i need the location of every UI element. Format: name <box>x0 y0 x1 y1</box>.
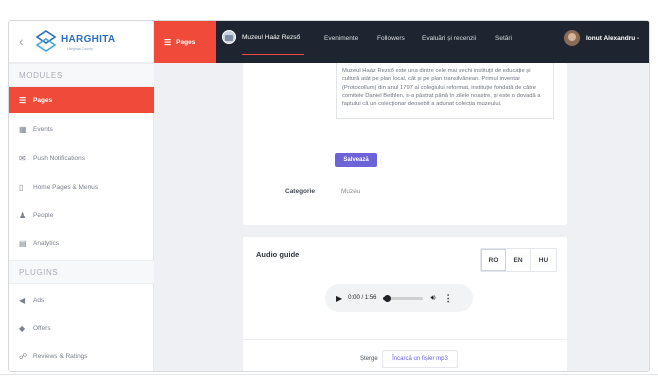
app-window: ‹ HARGHITA Harghita County MODULES ☰ Pag… <box>8 20 650 372</box>
topbar-pages-button[interactable]: ☰ Pages <box>154 21 216 63</box>
topbar-link-followers[interactable]: Followers <box>377 35 405 42</box>
divider <box>243 339 567 340</box>
topbar-link-evaluari[interactable]: Evaluări și recenzii <box>422 35 476 42</box>
brand-header: ‹ HARGHITA Harghita County <box>9 21 154 63</box>
sidebar-item-label: People <box>33 211 54 219</box>
page-details-card: Muzeul Haáz Rezső este una dintre cele m… <box>243 63 567 225</box>
avatar <box>564 30 580 46</box>
volume-icon[interactable]: 🔊︎ <box>431 293 436 303</box>
sidebar-item-reviews-ratings[interactable]: ☍ Reviews & Ratings <box>9 343 154 369</box>
sidebar-item-label: Pages <box>33 96 53 104</box>
save-button[interactable]: Salvează <box>335 153 377 167</box>
sidebar-item-label: Home Pages & Menus <box>33 183 99 191</box>
play-icon[interactable]: ▶ <box>336 294 342 303</box>
modules-section-label: MODULES <box>9 63 154 87</box>
sidebar-item-events[interactable]: ▦ Events <box>9 116 154 142</box>
description-textarea[interactable]: Muzeul Haáz Rezső este una dintre cele m… <box>336 63 554 119</box>
progress-track[interactable] <box>382 294 423 302</box>
chart-icon: ▤ <box>19 238 27 248</box>
upload-mp3-button[interactable]: Încarcă un fișier mp3 <box>382 350 458 368</box>
chevron-down-icon: - <box>635 34 640 42</box>
language-selector: RO EN HU <box>480 248 557 272</box>
back-chevron-icon[interactable]: ‹ <box>19 33 24 49</box>
topbar-link-evenimente[interactable]: Evenimente <box>324 35 358 42</box>
brand-name: HARGHITA <box>61 34 116 45</box>
sidebar-item-label: Offers <box>33 324 51 332</box>
sidebar-item-ads[interactable]: ◀ Ads <box>9 287 154 313</box>
megaphone-icon: ◀ <box>19 295 26 305</box>
phone-icon: ▯ <box>19 182 24 192</box>
delete-button[interactable]: Șterge <box>360 356 378 362</box>
tag-icon: ◆ <box>19 323 26 333</box>
sidebar-item-label: Events <box>33 125 53 133</box>
sidebar-item-analytics[interactable]: ▤ Analytics <box>9 230 154 256</box>
person-icon: ♟ <box>19 210 27 220</box>
sidebar-item-label: Push Notifications <box>33 154 86 162</box>
sidebar-item-label: Reviews & Ratings <box>33 352 88 360</box>
list-icon: ☰ <box>164 37 172 47</box>
topbar-link-setari[interactable]: Setări <box>495 35 512 42</box>
category-value[interactable]: Muzeu <box>341 188 361 195</box>
sidebar-item-people[interactable]: ♟ People <box>9 202 154 228</box>
user-name: Ionut Alexandru <box>586 34 636 42</box>
museum-name: Muzeul Haáz Rezső <box>242 33 301 41</box>
sidebar-item-offers[interactable]: ◆ Offers <box>9 315 154 341</box>
harghita-logo-icon <box>35 30 57 52</box>
brand-tagline: Harghita County <box>67 47 93 51</box>
user-menu[interactable]: Ionut Alexandru - <box>564 30 639 46</box>
audio-player: ▶ 0:00 / 1:56 🔊︎ ⋮ <box>325 284 473 312</box>
plugins-section-label: PLUGINS <box>9 260 154 284</box>
calendar-icon: ▦ <box>19 124 27 134</box>
sidebar-item-push-notifications[interactable]: ✉ Push Notifications <box>9 145 154 171</box>
topbar-museum-tab[interactable]: Muzeul Haáz Rezső <box>222 30 300 44</box>
lang-button-hu[interactable]: HU <box>531 249 556 271</box>
mail-icon: ✉ <box>19 153 26 163</box>
audio-guide-card: Audio guide RO EN HU ▶ 0:00 / 1:56 🔊︎ ⋮ … <box>243 237 567 371</box>
lang-button-en[interactable]: EN <box>506 249 531 271</box>
list-icon: ☰ <box>19 95 27 105</box>
museum-avatar <box>222 30 236 44</box>
lang-button-ro[interactable]: RO <box>481 249 506 271</box>
more-options-icon[interactable]: ⋮ <box>444 293 453 304</box>
category-label: Categorie <box>285 188 315 195</box>
audio-guide-title: Audio guide <box>256 250 300 259</box>
sidebar-item-pages[interactable]: ☰ Pages <box>9 87 154 113</box>
sidebar-item-label: Analytics <box>33 239 60 247</box>
progress-knob[interactable] <box>383 294 391 302</box>
sidebar: ‹ HARGHITA Harghita County MODULES ☰ Pag… <box>9 21 154 371</box>
page-baseline <box>0 374 658 375</box>
time-display: 0:00 / 1:56 <box>348 295 377 301</box>
topbar-pages-label: Pages <box>176 38 196 46</box>
sidebar-item-label: Ads <box>33 296 45 304</box>
sidebar-item-home-pages-menus[interactable]: ▯ Home Pages & Menus <box>9 174 154 200</box>
chat-icon: ☍ <box>19 351 28 361</box>
active-tab-underline <box>242 54 304 55</box>
top-navbar: ☰ Pages Muzeul Haáz Rezső Evenimente Fol… <box>154 21 649 63</box>
main-content: Muzeul Haáz Rezső este una dintre cele m… <box>154 63 649 371</box>
